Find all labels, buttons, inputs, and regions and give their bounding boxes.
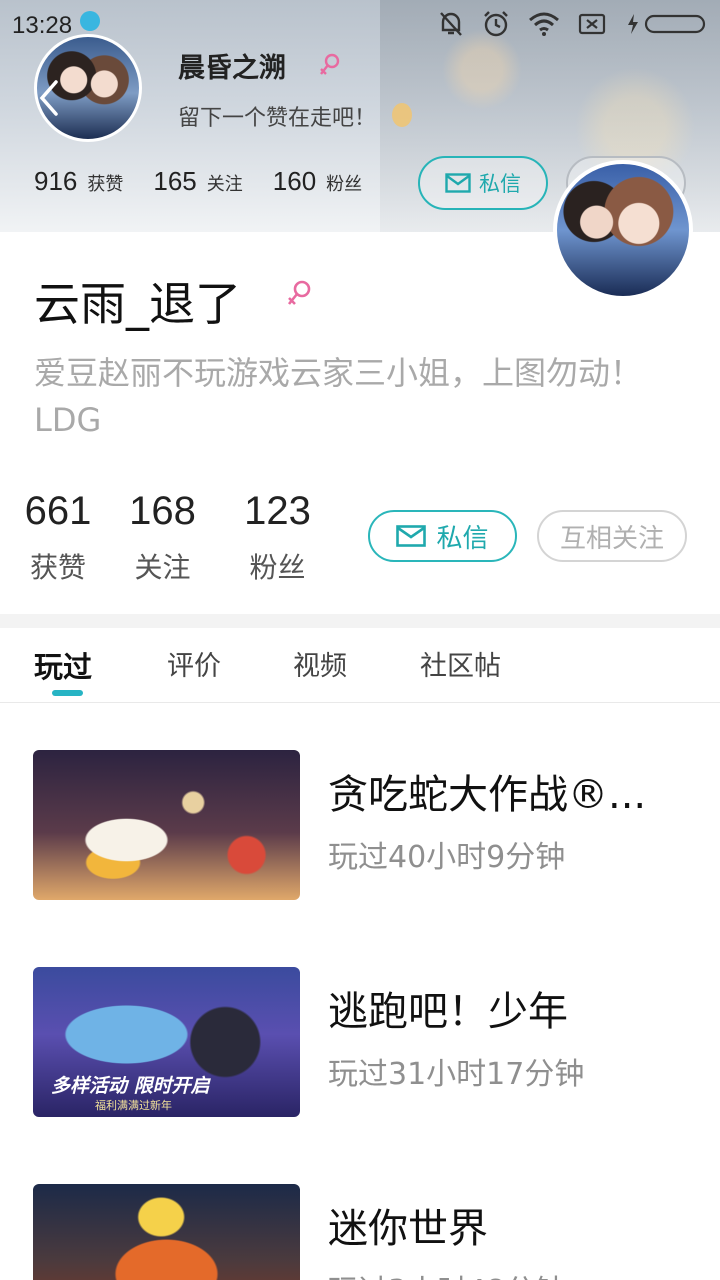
game-cover-image[interactable]: 多样活动 限时开启 福利满满过新年: [33, 967, 300, 1117]
content-tabs: 玩过 评价 视频 社区帖: [0, 628, 720, 703]
header-followers-count[interactable]: 160: [273, 166, 316, 197]
likes-count: 661: [24, 489, 92, 533]
game-list-item[interactable]: 迷你世界 玩过3小时48分钟: [0, 1184, 720, 1280]
game-playtime: 玩过40小时9分钟: [328, 840, 566, 875]
following-label[interactable]: 关注: [125, 546, 200, 586]
game-cover-image[interactable]: [33, 750, 300, 900]
tab-videos[interactable]: 视频: [293, 644, 347, 683]
game-title[interactable]: 逃跑吧！少年: [328, 979, 688, 1037]
mutual-follow-button[interactable]: 互相关注: [537, 510, 687, 562]
envelope-icon: [396, 525, 427, 547]
header-stats: 916 获赞 165 关注 160 粉丝: [34, 166, 392, 197]
header-likes-count: 916: [34, 166, 78, 196]
followers-count[interactable]: 123: [240, 488, 315, 534]
envelope-icon: [445, 173, 471, 193]
header-bio: 留下一个赞在走吧！: [178, 106, 377, 131]
cover-promo-text: 多样活动 限时开启: [51, 1075, 210, 1097]
following-count[interactable]: 168: [125, 488, 200, 534]
header-likes-label: 获赞: [87, 174, 124, 195]
followers-label[interactable]: 粉丝: [240, 546, 315, 586]
tab-played[interactable]: 玩过: [34, 644, 92, 686]
game-list-item[interactable]: 多样活动 限时开启 福利满满过新年 逃跑吧！少年 玩过31小时17分钟: [0, 967, 720, 1117]
header-message-label: 私信: [479, 172, 521, 196]
cover-promo-subtext: 福利满满过新年: [95, 1099, 172, 1112]
header-username: 晨昏之溯: [178, 53, 286, 84]
message-button[interactable]: 私信: [368, 510, 517, 562]
message-label: 私信: [436, 523, 489, 554]
game-cover-image[interactable]: [33, 1184, 300, 1280]
tab-community-posts[interactable]: 社区帖: [420, 644, 501, 683]
wifi-icon: [529, 12, 559, 36]
female-icon: [287, 280, 311, 305]
no-sim-icon: [578, 13, 606, 35]
game-playtime: 玩过3小时48分钟: [328, 1266, 565, 1280]
back-arrow-icon[interactable]: [34, 78, 66, 118]
status-icons: [438, 10, 708, 38]
tab-reviews[interactable]: 评价: [167, 644, 221, 683]
notification-dot-icon: [80, 11, 101, 31]
profile-bio: 爱豆赵丽不玩游戏云家三小姐，上图勿动！LDG: [34, 354, 643, 439]
female-icon: [320, 53, 340, 75]
game-title[interactable]: 迷你世界: [328, 1196, 688, 1254]
profile-avatar[interactable]: [553, 160, 693, 300]
status-time: 13:28: [12, 12, 73, 39]
game-playtime: 玩过31小时17分钟: [328, 1057, 585, 1092]
header-following-count[interactable]: 165: [153, 166, 196, 197]
hand-emoji-icon: [392, 103, 412, 127]
game-list-item[interactable]: 贪吃蛇大作战®... 玩过40小时9分钟: [0, 750, 720, 900]
stat-likes: 661 获赞: [23, 488, 93, 586]
mute-bell-icon: [440, 12, 462, 36]
game-title[interactable]: 贪吃蛇大作战®...: [328, 762, 688, 820]
profile-username: 云雨_退了: [34, 277, 241, 331]
header-followers-label[interactable]: 粉丝: [326, 170, 362, 196]
active-tab-indicator: [52, 690, 83, 696]
stat-followers[interactable]: 123 粉丝: [240, 488, 315, 586]
likes-label: 获赞: [29, 551, 86, 584]
header-message-button[interactable]: 私信: [418, 156, 548, 210]
battery-charging-icon: [628, 14, 706, 34]
header-following-label[interactable]: 关注: [207, 170, 243, 196]
section-divider: [0, 614, 720, 628]
alarm-icon: [484, 11, 508, 37]
stat-following[interactable]: 168 关注: [125, 488, 200, 586]
